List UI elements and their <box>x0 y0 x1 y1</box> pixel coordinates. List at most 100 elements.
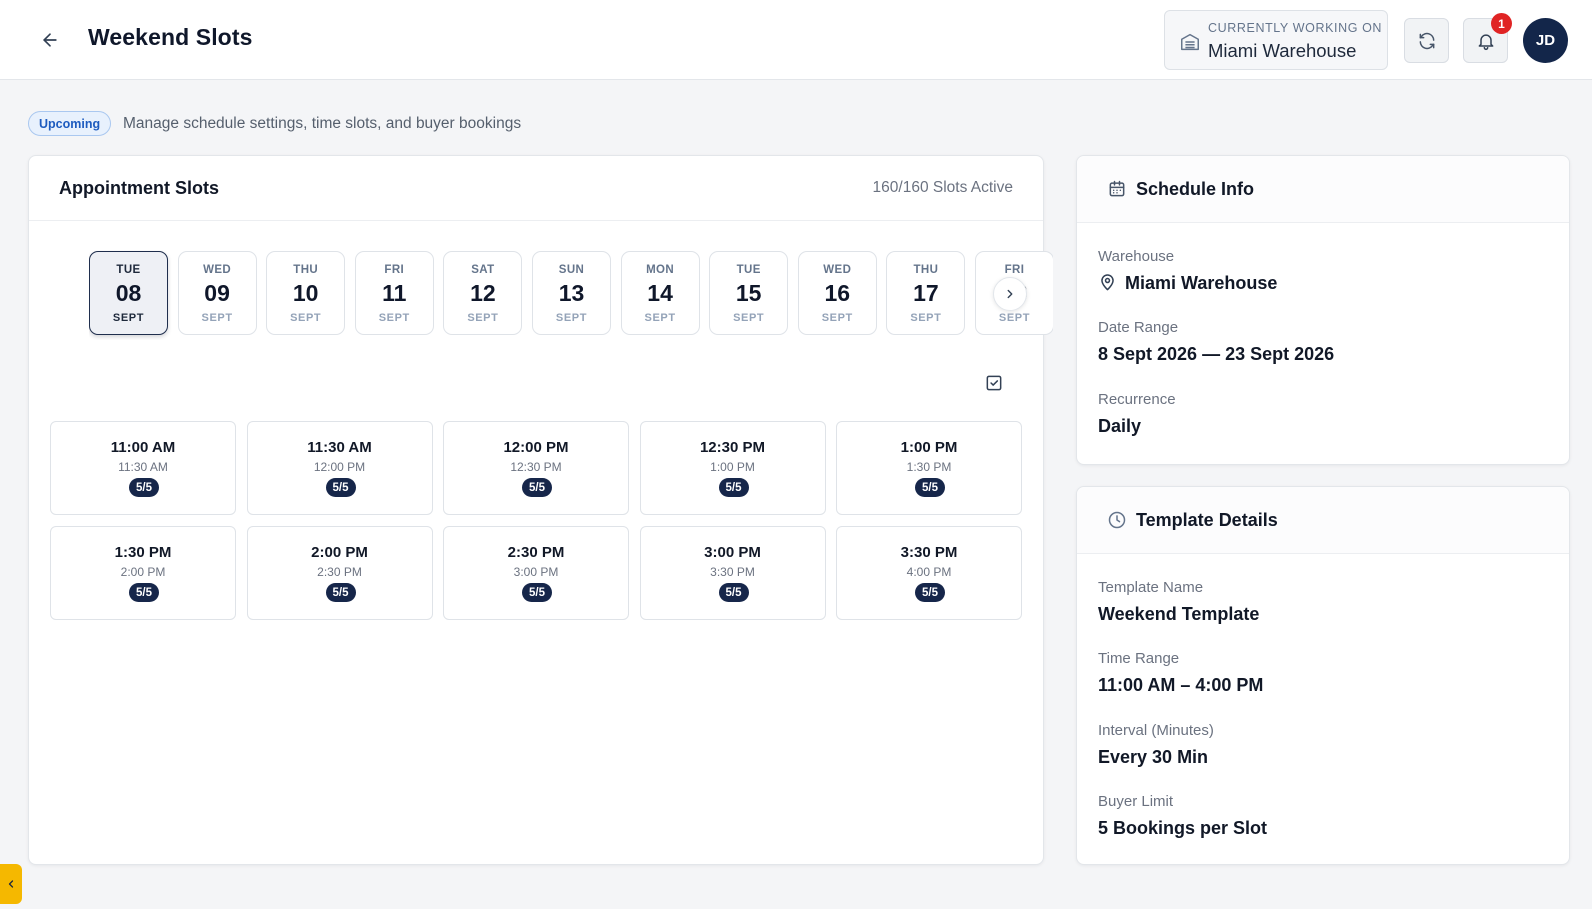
date-option-wed-09[interactable]: WED 09 SEPT <box>177 251 257 335</box>
slot-start-time: 1:30 PM <box>114 544 172 561</box>
date-weekday: TUE <box>116 264 141 276</box>
slot-start-time: 3:00 PM <box>704 544 761 561</box>
time-slot[interactable]: 3:00 PM 3:30 PM 5/5 <box>639 526 826 620</box>
template-details-card: Template Details Template Name Weekend T… <box>1076 486 1570 865</box>
slot-capacity-badge: 5/5 <box>718 583 749 602</box>
date-month: SEPT <box>555 312 588 324</box>
date-day-number: 15 <box>735 280 762 306</box>
template-details-header: Template Details <box>1077 487 1569 554</box>
date-weekday: THU <box>293 264 319 276</box>
date-day-number: 11 <box>382 280 407 306</box>
top-bar: Weekend Slots CURRENTLY WORKING ON Miami… <box>0 0 1592 80</box>
time-slot[interactable]: 12:00 PM 12:30 PM 5/5 <box>443 421 629 515</box>
schedule-info-header: Schedule Info <box>1077 156 1569 223</box>
date-weekday: SUN <box>558 264 585 276</box>
date-option-tue-08[interactable]: TUE 08 SEPT <box>89 251 168 335</box>
notification-count-badge: 1 <box>1491 13 1512 34</box>
date-weekday: THU <box>913 264 939 276</box>
slot-capacity-badge: 5/5 <box>325 478 356 497</box>
slot-start-time: 1:00 PM <box>900 439 958 456</box>
schedule-info-title: Schedule Info <box>1136 179 1255 199</box>
date-day-number: 13 <box>558 280 585 306</box>
time-slot[interactable]: 1:30 PM 2:00 PM 5/5 <box>50 526 236 620</box>
slot-capacity-badge: 5/5 <box>522 478 552 497</box>
slot-end-time: 3:00 PM <box>513 565 559 579</box>
chevron-right-icon <box>1007 289 1013 299</box>
slot-start-time: 11:30 AM <box>307 439 372 456</box>
time-slot[interactable]: 2:30 PM 3:00 PM 5/5 <box>443 526 629 620</box>
date-day-number: 17 <box>913 280 939 306</box>
date-weekday: FRI <box>384 264 405 276</box>
date-day-number: 09 <box>204 280 230 306</box>
date-weekday: WED <box>203 264 232 276</box>
refresh-button[interactable] <box>1404 18 1449 63</box>
date-month: SEPT <box>112 312 145 324</box>
date-day-number: 08 <box>115 280 142 306</box>
user-avatar[interactable]: JD <box>1523 18 1568 63</box>
interval-value: Every 30 Min <box>1098 747 1209 767</box>
checkbox-icon <box>986 375 1002 391</box>
clock-icon <box>1107 510 1127 535</box>
warehouse-label: Warehouse <box>1098 248 1175 265</box>
buyer-limit-value: 5 Bookings per Slot <box>1098 818 1268 838</box>
date-selector-strip: TUE 08 SEPT WED 09 SEPT THU 10 SEPT FRI 11 SEPT SAT 1… <box>89 250 1053 340</box>
date-range-label: Date Range <box>1098 319 1179 336</box>
appointment-slots-card: Appointment Slots 160/160 Slots Active T… <box>28 155 1053 865</box>
date-month: SEPT <box>378 312 410 324</box>
date-month: SEPT <box>733 312 765 324</box>
working-on-value: Miami Warehouse <box>1208 40 1357 61</box>
date-month: SEPT <box>467 312 499 324</box>
next-dates-button[interactable] <box>993 277 1027 311</box>
slot-end-time: 4:00 PM <box>906 565 952 579</box>
date-option-thu-17[interactable]: THU 17 SEPT <box>886 251 966 335</box>
slot-start-time: 11:00 AM <box>110 439 176 456</box>
date-weekday: MON <box>646 264 675 276</box>
slot-end-time: 11:30 AM <box>118 460 168 474</box>
working-on-label: CURRENTLY WORKING ON <box>1208 21 1383 35</box>
date-option-fri-11[interactable]: FRI 11 SEPT <box>354 251 434 335</box>
slots-card-header: Appointment Slots 160/160 Slots Active <box>29 156 1043 221</box>
date-option-tue-15[interactable]: TUE 15 SEPT <box>709 251 789 335</box>
date-month: SEPT <box>290 312 322 324</box>
time-range-value: 11:00 AM – 4:00 PM <box>1098 675 1264 695</box>
date-day-number: 10 <box>292 280 319 306</box>
status-badge: Upcoming <box>28 111 112 136</box>
time-slot[interactable]: 12:30 PM 1:00 PM 5/5 <box>639 421 826 515</box>
sidebar-collapse-tab[interactable] <box>0 864 22 904</box>
template-name-value: Weekend Template <box>1098 604 1260 624</box>
date-option-wed-16[interactable]: WED 16 SEPT <box>797 251 877 335</box>
map-pin-icon <box>1098 273 1117 297</box>
date-option-thu-10[interactable]: THU 10 SEPT <box>266 251 346 335</box>
slot-capacity-badge: 5/5 <box>522 583 552 602</box>
slot-start-time: 12:30 PM <box>699 439 766 456</box>
template-details-title: Template Details <box>1136 510 1278 530</box>
date-weekday: SAT <box>471 264 495 276</box>
page-title: Weekend Slots <box>88 24 253 50</box>
time-slot[interactable]: 3:30 PM 4:00 PM 5/5 <box>836 526 1022 620</box>
time-slot[interactable]: 2:00 PM 2:30 PM 5/5 <box>246 526 433 620</box>
buyer-limit-label: Buyer Limit <box>1098 793 1174 810</box>
recurrence-value: Daily <box>1098 416 1142 436</box>
schedule-info-card: Schedule Info Warehouse Miami Warehouse … <box>1076 155 1570 465</box>
date-range-value: 8 Sept 2026 — 23 Sept 2026 <box>1098 344 1335 364</box>
slot-capacity-badge: 5/5 <box>718 478 749 497</box>
back-button[interactable] <box>36 26 64 54</box>
date-weekday: TUE <box>736 264 761 276</box>
slot-end-time: 1:30 PM <box>906 460 952 474</box>
date-option-mon-14[interactable]: MON 14 SEPT <box>620 251 700 335</box>
warehouse-selector[interactable]: CURRENTLY WORKING ON Miami Warehouse <box>1164 10 1388 70</box>
template-name-label: Template Name <box>1098 579 1204 596</box>
select-all-slots-button[interactable] <box>983 372 1005 394</box>
time-slot[interactable]: 11:00 AM 11:30 AM 5/5 <box>50 421 236 515</box>
refresh-icon <box>1419 32 1434 49</box>
time-slot[interactable]: 11:30 AM 12:00 PM 5/5 <box>246 421 433 515</box>
date-day-number: 16 <box>824 280 851 306</box>
page-description: Manage schedule settings, time slots, an… <box>123 115 522 132</box>
slot-capacity-badge: 5/5 <box>915 478 945 497</box>
date-option-sat-12[interactable]: SAT 12 SEPT <box>443 251 523 335</box>
date-weekday: FRI <box>1004 264 1025 276</box>
date-option-sun-13[interactable]: SUN 13 SEPT <box>532 251 611 335</box>
slot-end-time: 2:00 PM <box>120 565 166 579</box>
slot-end-time: 3:30 PM <box>710 565 755 579</box>
time-slot[interactable]: 1:00 PM 1:30 PM 5/5 <box>836 421 1022 515</box>
